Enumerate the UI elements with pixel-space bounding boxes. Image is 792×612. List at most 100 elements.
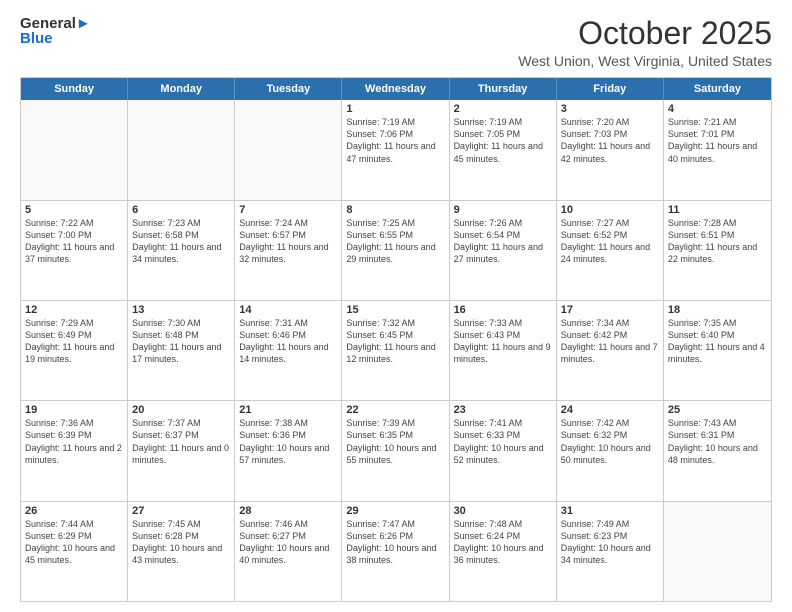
day-number: 10 [561, 204, 659, 216]
day-number: 8 [346, 204, 444, 216]
day-detail: Sunrise: 7:33 AMSunset: 6:43 PMDaylight:… [454, 317, 552, 366]
day-detail: Sunrise: 7:26 AMSunset: 6:54 PMDaylight:… [454, 217, 552, 266]
header-tuesday: Tuesday [235, 78, 342, 100]
cal-cell-3-5: 24 Sunrise: 7:42 AMSunset: 6:32 PMDaylig… [557, 401, 664, 500]
cal-cell-4-3: 29 Sunrise: 7:47 AMSunset: 6:26 PMDaylig… [342, 502, 449, 601]
location-title: West Union, West Virginia, United States [518, 53, 772, 69]
day-detail: Sunrise: 7:38 AMSunset: 6:36 PMDaylight:… [239, 417, 337, 466]
day-number: 19 [25, 404, 123, 416]
day-detail: Sunrise: 7:35 AMSunset: 6:40 PMDaylight:… [668, 317, 767, 366]
cal-cell-0-2 [235, 100, 342, 199]
cal-cell-2-6: 18 Sunrise: 7:35 AMSunset: 6:40 PMDaylig… [664, 301, 771, 400]
day-number: 1 [346, 103, 444, 115]
cal-cell-1-0: 5 Sunrise: 7:22 AMSunset: 7:00 PMDayligh… [21, 201, 128, 300]
header-thursday: Thursday [450, 78, 557, 100]
cal-cell-1-3: 8 Sunrise: 7:25 AMSunset: 6:55 PMDayligh… [342, 201, 449, 300]
page: General► Blue October 2025 West Union, W… [0, 0, 792, 612]
day-detail: Sunrise: 7:21 AMSunset: 7:01 PMDaylight:… [668, 116, 767, 165]
day-detail: Sunrise: 7:42 AMSunset: 6:32 PMDaylight:… [561, 417, 659, 466]
day-number: 7 [239, 204, 337, 216]
cal-cell-4-5: 31 Sunrise: 7:49 AMSunset: 6:23 PMDaylig… [557, 502, 664, 601]
day-detail: Sunrise: 7:19 AMSunset: 7:06 PMDaylight:… [346, 116, 444, 165]
cal-cell-3-0: 19 Sunrise: 7:36 AMSunset: 6:39 PMDaylig… [21, 401, 128, 500]
day-number: 15 [346, 304, 444, 316]
cal-cell-2-1: 13 Sunrise: 7:30 AMSunset: 6:48 PMDaylig… [128, 301, 235, 400]
cal-cell-1-5: 10 Sunrise: 7:27 AMSunset: 6:52 PMDaylig… [557, 201, 664, 300]
calendar-header: Sunday Monday Tuesday Wednesday Thursday… [21, 78, 771, 100]
header-monday: Monday [128, 78, 235, 100]
cal-cell-0-5: 3 Sunrise: 7:20 AMSunset: 7:03 PMDayligh… [557, 100, 664, 199]
day-detail: Sunrise: 7:44 AMSunset: 6:29 PMDaylight:… [25, 518, 123, 567]
header-friday: Friday [557, 78, 664, 100]
cal-cell-4-1: 27 Sunrise: 7:45 AMSunset: 6:28 PMDaylig… [128, 502, 235, 601]
day-number: 22 [346, 404, 444, 416]
day-number: 6 [132, 204, 230, 216]
calendar-body: 1 Sunrise: 7:19 AMSunset: 7:06 PMDayligh… [21, 100, 771, 601]
cal-cell-0-3: 1 Sunrise: 7:19 AMSunset: 7:06 PMDayligh… [342, 100, 449, 199]
cal-row-3: 19 Sunrise: 7:36 AMSunset: 6:39 PMDaylig… [21, 401, 771, 501]
day-detail: Sunrise: 7:49 AMSunset: 6:23 PMDaylight:… [561, 518, 659, 567]
cal-row-2: 12 Sunrise: 7:29 AMSunset: 6:49 PMDaylig… [21, 301, 771, 401]
day-number: 21 [239, 404, 337, 416]
day-detail: Sunrise: 7:47 AMSunset: 6:26 PMDaylight:… [346, 518, 444, 567]
cal-cell-1-1: 6 Sunrise: 7:23 AMSunset: 6:58 PMDayligh… [128, 201, 235, 300]
cal-cell-3-6: 25 Sunrise: 7:43 AMSunset: 6:31 PMDaylig… [664, 401, 771, 500]
day-detail: Sunrise: 7:30 AMSunset: 6:48 PMDaylight:… [132, 317, 230, 366]
day-number: 2 [454, 103, 552, 115]
header-saturday: Saturday [664, 78, 771, 100]
day-number: 9 [454, 204, 552, 216]
cal-row-0: 1 Sunrise: 7:19 AMSunset: 7:06 PMDayligh… [21, 100, 771, 200]
header-sunday: Sunday [21, 78, 128, 100]
logo: General► Blue [20, 16, 91, 46]
day-detail: Sunrise: 7:32 AMSunset: 6:45 PMDaylight:… [346, 317, 444, 366]
calendar: Sunday Monday Tuesday Wednesday Thursday… [20, 77, 772, 602]
day-number: 24 [561, 404, 659, 416]
day-number: 30 [454, 505, 552, 517]
day-number: 12 [25, 304, 123, 316]
day-detail: Sunrise: 7:23 AMSunset: 6:58 PMDaylight:… [132, 217, 230, 266]
day-number: 26 [25, 505, 123, 517]
cal-row-1: 5 Sunrise: 7:22 AMSunset: 7:00 PMDayligh… [21, 201, 771, 301]
day-detail: Sunrise: 7:24 AMSunset: 6:57 PMDaylight:… [239, 217, 337, 266]
cal-cell-3-1: 20 Sunrise: 7:37 AMSunset: 6:37 PMDaylig… [128, 401, 235, 500]
day-number: 5 [25, 204, 123, 216]
day-detail: Sunrise: 7:41 AMSunset: 6:33 PMDaylight:… [454, 417, 552, 466]
day-detail: Sunrise: 7:22 AMSunset: 7:00 PMDaylight:… [25, 217, 123, 266]
cal-cell-2-5: 17 Sunrise: 7:34 AMSunset: 6:42 PMDaylig… [557, 301, 664, 400]
cal-cell-0-6: 4 Sunrise: 7:21 AMSunset: 7:01 PMDayligh… [664, 100, 771, 199]
day-number: 20 [132, 404, 230, 416]
cal-cell-0-0 [21, 100, 128, 199]
day-number: 27 [132, 505, 230, 517]
cal-cell-4-4: 30 Sunrise: 7:48 AMSunset: 6:24 PMDaylig… [450, 502, 557, 601]
cal-cell-3-2: 21 Sunrise: 7:38 AMSunset: 6:36 PMDaylig… [235, 401, 342, 500]
cal-cell-2-2: 14 Sunrise: 7:31 AMSunset: 6:46 PMDaylig… [235, 301, 342, 400]
day-detail: Sunrise: 7:29 AMSunset: 6:49 PMDaylight:… [25, 317, 123, 366]
cal-cell-3-3: 22 Sunrise: 7:39 AMSunset: 6:35 PMDaylig… [342, 401, 449, 500]
cal-cell-1-6: 11 Sunrise: 7:28 AMSunset: 6:51 PMDaylig… [664, 201, 771, 300]
day-detail: Sunrise: 7:20 AMSunset: 7:03 PMDaylight:… [561, 116, 659, 165]
day-number: 14 [239, 304, 337, 316]
header-wednesday: Wednesday [342, 78, 449, 100]
day-detail: Sunrise: 7:36 AMSunset: 6:39 PMDaylight:… [25, 417, 123, 466]
day-detail: Sunrise: 7:45 AMSunset: 6:28 PMDaylight:… [132, 518, 230, 567]
cal-cell-2-3: 15 Sunrise: 7:32 AMSunset: 6:45 PMDaylig… [342, 301, 449, 400]
day-number: 28 [239, 505, 337, 517]
cal-cell-4-2: 28 Sunrise: 7:46 AMSunset: 6:27 PMDaylig… [235, 502, 342, 601]
day-number: 23 [454, 404, 552, 416]
day-number: 13 [132, 304, 230, 316]
day-number: 18 [668, 304, 767, 316]
cal-cell-1-2: 7 Sunrise: 7:24 AMSunset: 6:57 PMDayligh… [235, 201, 342, 300]
cal-cell-2-0: 12 Sunrise: 7:29 AMSunset: 6:49 PMDaylig… [21, 301, 128, 400]
day-detail: Sunrise: 7:43 AMSunset: 6:31 PMDaylight:… [668, 417, 767, 466]
cal-cell-4-0: 26 Sunrise: 7:44 AMSunset: 6:29 PMDaylig… [21, 502, 128, 601]
day-detail: Sunrise: 7:31 AMSunset: 6:46 PMDaylight:… [239, 317, 337, 366]
cal-cell-4-6 [664, 502, 771, 601]
cal-row-4: 26 Sunrise: 7:44 AMSunset: 6:29 PMDaylig… [21, 502, 771, 601]
day-number: 11 [668, 204, 767, 216]
day-detail: Sunrise: 7:34 AMSunset: 6:42 PMDaylight:… [561, 317, 659, 366]
day-detail: Sunrise: 7:48 AMSunset: 6:24 PMDaylight:… [454, 518, 552, 567]
cal-cell-1-4: 9 Sunrise: 7:26 AMSunset: 6:54 PMDayligh… [450, 201, 557, 300]
day-detail: Sunrise: 7:37 AMSunset: 6:37 PMDaylight:… [132, 417, 230, 466]
day-number: 17 [561, 304, 659, 316]
day-detail: Sunrise: 7:27 AMSunset: 6:52 PMDaylight:… [561, 217, 659, 266]
